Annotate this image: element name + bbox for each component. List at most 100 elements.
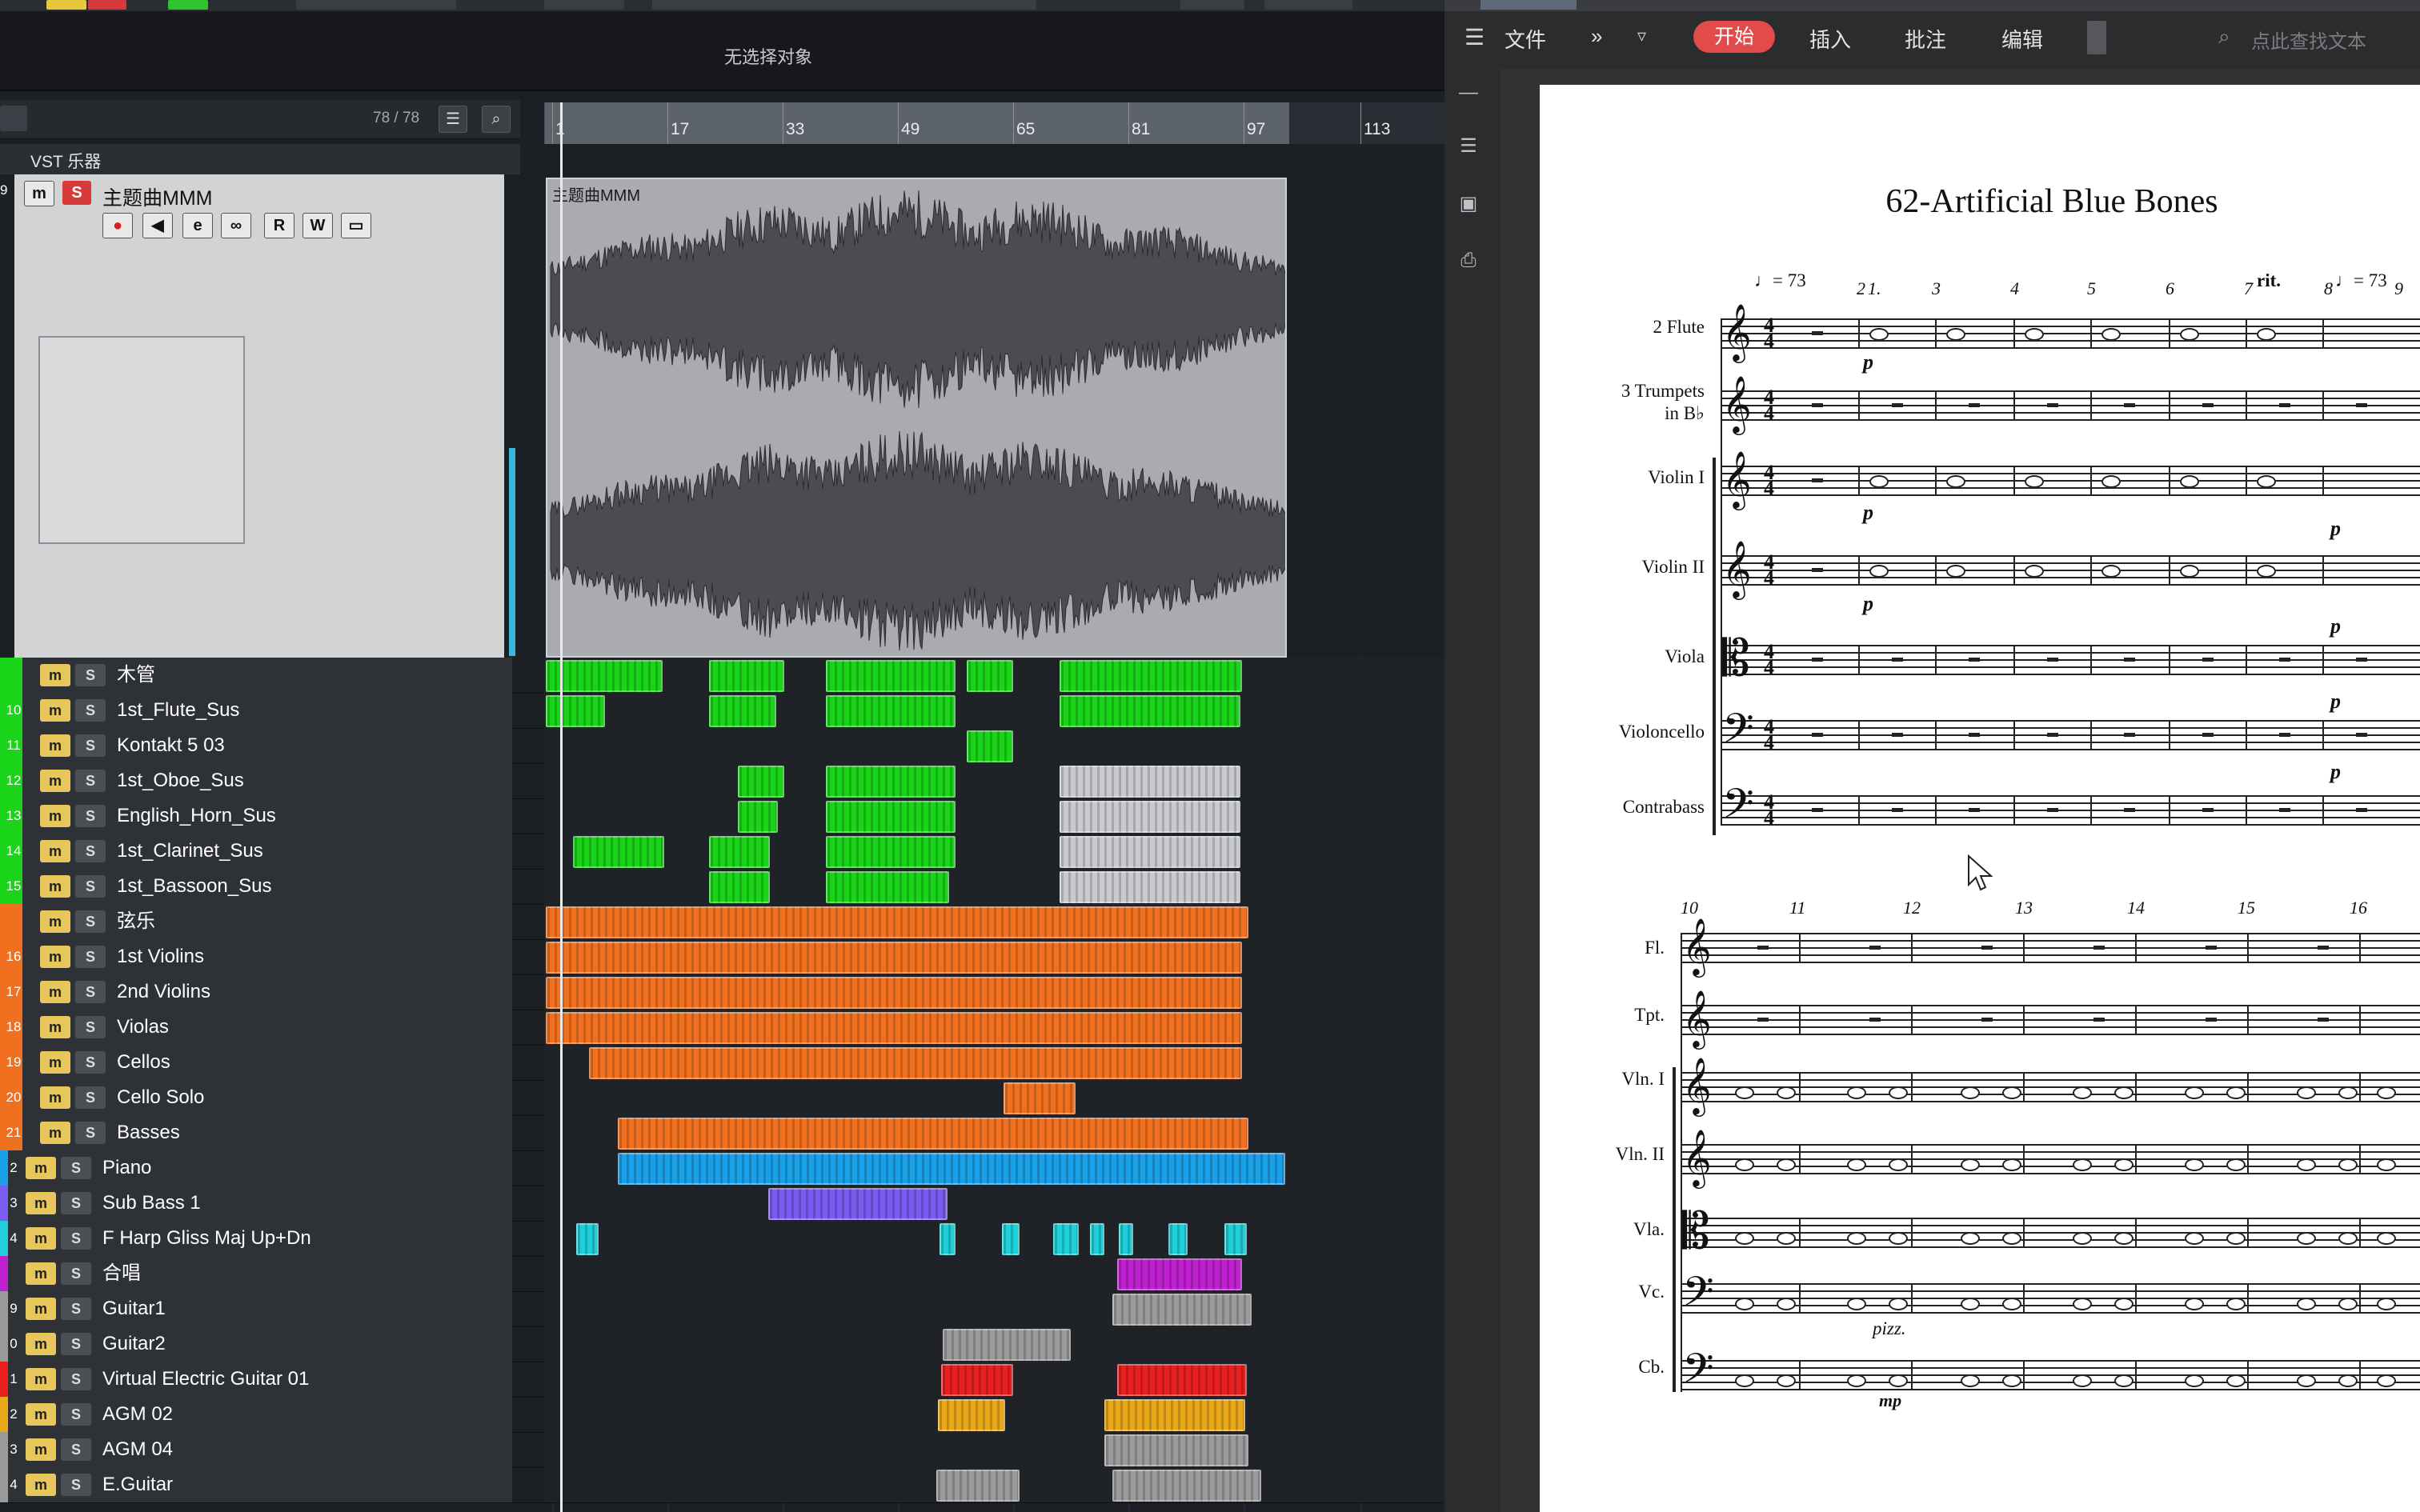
track-name[interactable]: AGM 04 [102,1432,173,1467]
track-name[interactable]: 弦乐 [117,904,155,939]
search-icon[interactable]: ⌕ [482,106,511,133]
mute-button[interactable]: m [40,699,70,722]
search-icon[interactable]: ⌕ [2218,24,2230,50]
mute-button[interactable]: m [40,910,70,933]
solo-button[interactable]: S [61,1262,91,1285]
track-name[interactable]: Cellos [117,1045,170,1080]
tab-start[interactable]: 开始 [1693,21,1775,53]
mute-button[interactable]: m [40,981,70,1003]
toolbar-tools[interactable] [652,0,1036,10]
mute-button[interactable]: m [40,1122,70,1144]
solo-button[interactable]: S [75,1086,106,1109]
tab-review[interactable]: 批注 [1905,24,1946,54]
solo-button[interactable]: S [75,840,106,862]
track-row[interactable]: 4mS F Harp Gliss Maj Up+Dn [0,1221,1444,1257]
mute-button[interactable]: m [40,840,70,862]
mute-button[interactable]: m [40,1086,70,1109]
track-name[interactable]: Violas [117,1010,169,1045]
solo-button[interactable]: S [61,1368,91,1390]
solo-button[interactable]: S [61,1333,91,1355]
midi-event[interactable] [738,766,784,798]
track-lane[interactable] [544,1186,1444,1221]
mute-button[interactable]: m [40,805,70,827]
toolbar-color-yellow[interactable] [46,0,86,10]
folder-event[interactable] [826,660,956,692]
mute-button[interactable]: m [40,875,70,898]
mute-button[interactable]: m [26,1262,56,1285]
midi-event[interactable] [940,1223,956,1255]
track-name[interactable]: 1st_Oboe_Sus [117,763,244,798]
solo-button[interactable]: S [75,770,106,792]
record-enable-button[interactable]: ● [102,213,133,238]
midi-event[interactable] [826,871,949,903]
track-lane[interactable] [544,869,1444,904]
track-row[interactable]: m S 弦乐 [0,904,1444,940]
midi-event[interactable] [618,1118,1248,1150]
mute-button[interactable]: m [26,1333,56,1355]
midi-event[interactable] [576,1223,599,1255]
track-row[interactable]: 0 m S Guitar2 [0,1326,1444,1362]
toolbar-field[interactable] [296,0,456,10]
midi-event[interactable] [1112,1470,1261,1502]
toolbar-button[interactable] [544,0,624,10]
mute-button[interactable]: m [26,1227,56,1250]
track-name[interactable]: Virtual Electric Guitar 01 [102,1362,309,1397]
track-name[interactable]: 合唱 [102,1256,141,1291]
folder-event[interactable] [546,660,663,692]
audio-event[interactable] [546,178,1287,658]
midi-event[interactable] [1119,1223,1133,1255]
lanes-button[interactable]: ∞ [221,213,251,238]
mute-button[interactable]: m [24,181,54,206]
midi-event[interactable] [709,695,776,727]
tab-edit[interactable]: 编辑 [2001,24,2043,54]
track-lane[interactable] [544,834,1444,869]
mute-button[interactable]: m [40,770,70,792]
track-row[interactable]: 11 m S Kontakt 5 03 [0,728,1444,764]
toolbar-color-red[interactable] [88,0,126,10]
folder-event[interactable] [1060,660,1242,692]
midi-event[interactable] [1117,1364,1247,1396]
track-lane[interactable] [544,693,1444,728]
track-name[interactable]: AGM 02 [102,1397,173,1432]
track-name[interactable]: 1st_Clarinet_Sus [117,834,263,869]
solo-button[interactable]: S [61,1438,91,1461]
midi-event[interactable] [768,1188,948,1220]
track-row[interactable]: 19 m S Cellos [0,1045,1444,1081]
solo-button[interactable]: S [75,734,106,757]
track-lane[interactable] [544,763,1444,798]
solo-button[interactable]: S [61,1192,91,1214]
midi-event[interactable] [1168,1223,1188,1255]
track-lane[interactable] [544,1080,1444,1115]
track-lane[interactable] [544,1221,1444,1256]
mute-button[interactable]: m [26,1403,56,1426]
track-lane[interactable] [544,1256,1444,1291]
midi-event[interactable] [1224,1223,1247,1255]
solo-button[interactable]: S [75,981,106,1003]
midi-event[interactable] [943,1329,1071,1361]
track-row[interactable]: 17 m S 2nd Violins [0,974,1444,1010]
folder-event[interactable] [546,906,1248,938]
mute-button[interactable]: m [40,1051,70,1074]
track-name[interactable]: E.Guitar [102,1467,173,1502]
midi-event[interactable] [1090,1223,1104,1255]
midi-event[interactable] [941,1364,1013,1396]
track-name[interactable]: Cello Solo [117,1080,204,1115]
solo-button[interactable]: S [75,664,106,686]
track-row[interactable]: 21 m S Basses [0,1115,1444,1151]
track-row[interactable]: 16 m S 1st Violins [0,939,1444,975]
track-row[interactable]: 4 m S E.Guitar [0,1467,1444,1503]
midi-event[interactable] [573,836,664,868]
track-row[interactable]: 15 m S 1st_Bassoon_Sus [0,869,1444,905]
track-row[interactable]: 3 m S AGM 04 [0,1432,1444,1468]
solo-button[interactable]: S [62,181,91,205]
collapse-icon[interactable]: — [1455,82,1482,104]
mute-button[interactable]: m [26,1438,56,1461]
track-name[interactable]: 2nd Violins [117,974,210,1010]
track-row[interactable]: 2 m S Piano [0,1150,1444,1186]
solo-button[interactable]: S [75,946,106,968]
outline-icon[interactable]: ☰ [1455,134,1482,157]
track-row[interactable]: 12 m S 1st_Oboe_Sus [0,763,1444,799]
midi-event[interactable] [826,801,956,833]
image-icon[interactable]: ▣ [1455,192,1482,214]
tab-insert[interactable]: 插入 [1809,24,1851,54]
